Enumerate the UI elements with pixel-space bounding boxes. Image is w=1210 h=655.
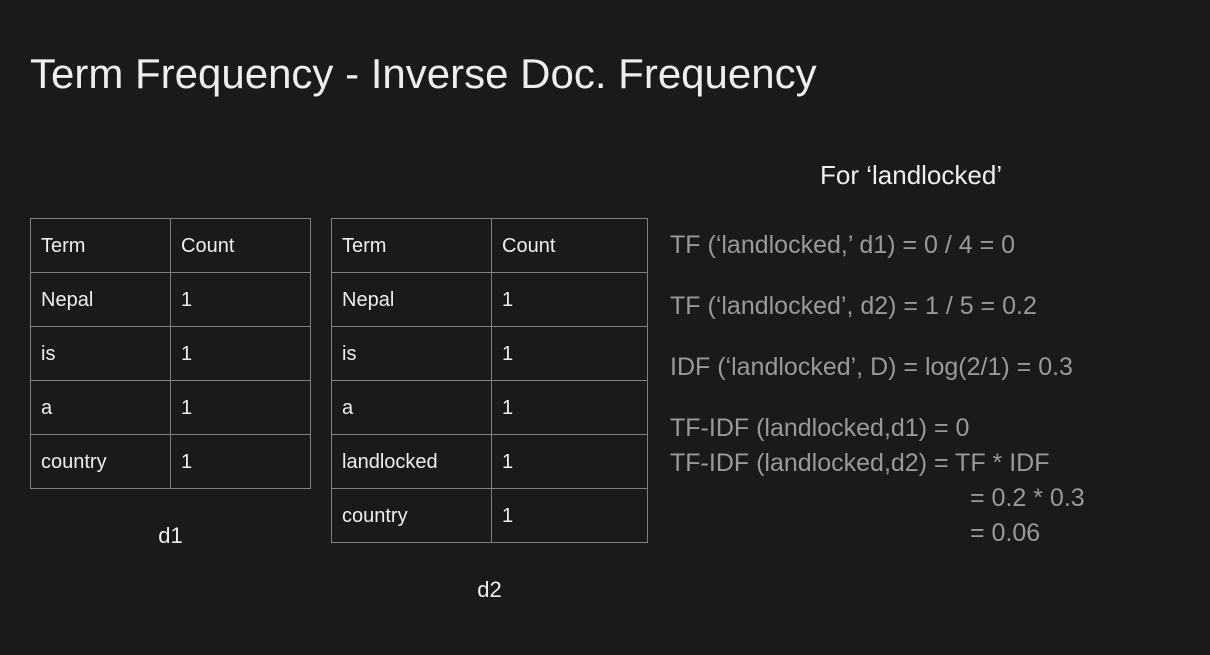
calc-line-idf: IDF (‘landlocked’, D) = log(2/1) = 0.3: [670, 353, 1190, 382]
cell-term: is: [332, 327, 492, 381]
cell-count: 1: [492, 273, 648, 327]
cell-count: 1: [492, 435, 648, 489]
table-row: country 1: [332, 489, 648, 543]
calc-heading: For ‘landlocked’: [820, 160, 1190, 191]
calculation-panel: For ‘landlocked’ TF (‘landlocked,’ d1) =…: [670, 160, 1190, 554]
table-d1-caption: d1: [158, 523, 182, 549]
cell-count: 1: [492, 489, 648, 543]
calc-line-result: = 0.06: [970, 519, 1190, 548]
page-title: Term Frequency - Inverse Doc. Frequency: [30, 50, 817, 98]
table-row: a 1: [31, 381, 311, 435]
cell-count: 1: [171, 381, 311, 435]
cell-term: Nepal: [332, 273, 492, 327]
calc-line-tf-d1: TF (‘landlocked,’ d1) = 0 / 4 = 0: [670, 231, 1190, 260]
cell-count: 1: [171, 435, 311, 489]
table-row: country 1: [31, 435, 311, 489]
tables-container: Term Count Nepal 1 is 1 a 1 country 1 d1: [30, 218, 648, 603]
col-count: Count: [492, 219, 648, 273]
col-count: Count: [171, 219, 311, 273]
cell-count: 1: [492, 381, 648, 435]
table-row: a 1: [332, 381, 648, 435]
table-row: is 1: [31, 327, 311, 381]
cell-count: 1: [492, 327, 648, 381]
table-row: Nepal 1: [31, 273, 311, 327]
table-d1: Term Count Nepal 1 is 1 a 1 country 1: [30, 218, 311, 489]
table-header-row: Term Count: [31, 219, 311, 273]
table-row: landlocked 1: [332, 435, 648, 489]
cell-term: a: [332, 381, 492, 435]
calc-line-tf-d2: TF (‘landlocked’, d2) = 1 / 5 = 0.2: [670, 292, 1190, 321]
cell-term: is: [31, 327, 171, 381]
table-header-row: Term Count: [332, 219, 648, 273]
col-term: Term: [31, 219, 171, 273]
col-term: Term: [332, 219, 492, 273]
calc-line-tfidf-d1: TF-IDF (landlocked,d1) = 0: [670, 414, 1190, 443]
calc-line-tfidf-d2: TF-IDF (landlocked,d2) = TF * IDF: [670, 449, 1190, 478]
cell-term: country: [31, 435, 171, 489]
cell-count: 1: [171, 327, 311, 381]
cell-count: 1: [171, 273, 311, 327]
cell-term: Nepal: [31, 273, 171, 327]
cell-term: a: [31, 381, 171, 435]
table-d1-block: Term Count Nepal 1 is 1 a 1 country 1 d1: [30, 218, 311, 549]
table-row: Nepal 1: [332, 273, 648, 327]
table-d2-caption: d2: [477, 577, 501, 603]
table-d2: Term Count Nepal 1 is 1 a 1 landlocked 1…: [331, 218, 648, 543]
table-d2-block: Term Count Nepal 1 is 1 a 1 landlocked 1…: [331, 218, 648, 603]
cell-term: landlocked: [332, 435, 492, 489]
table-row: is 1: [332, 327, 648, 381]
calc-line-product: = 0.2 * 0.3: [970, 484, 1190, 513]
cell-term: country: [332, 489, 492, 543]
